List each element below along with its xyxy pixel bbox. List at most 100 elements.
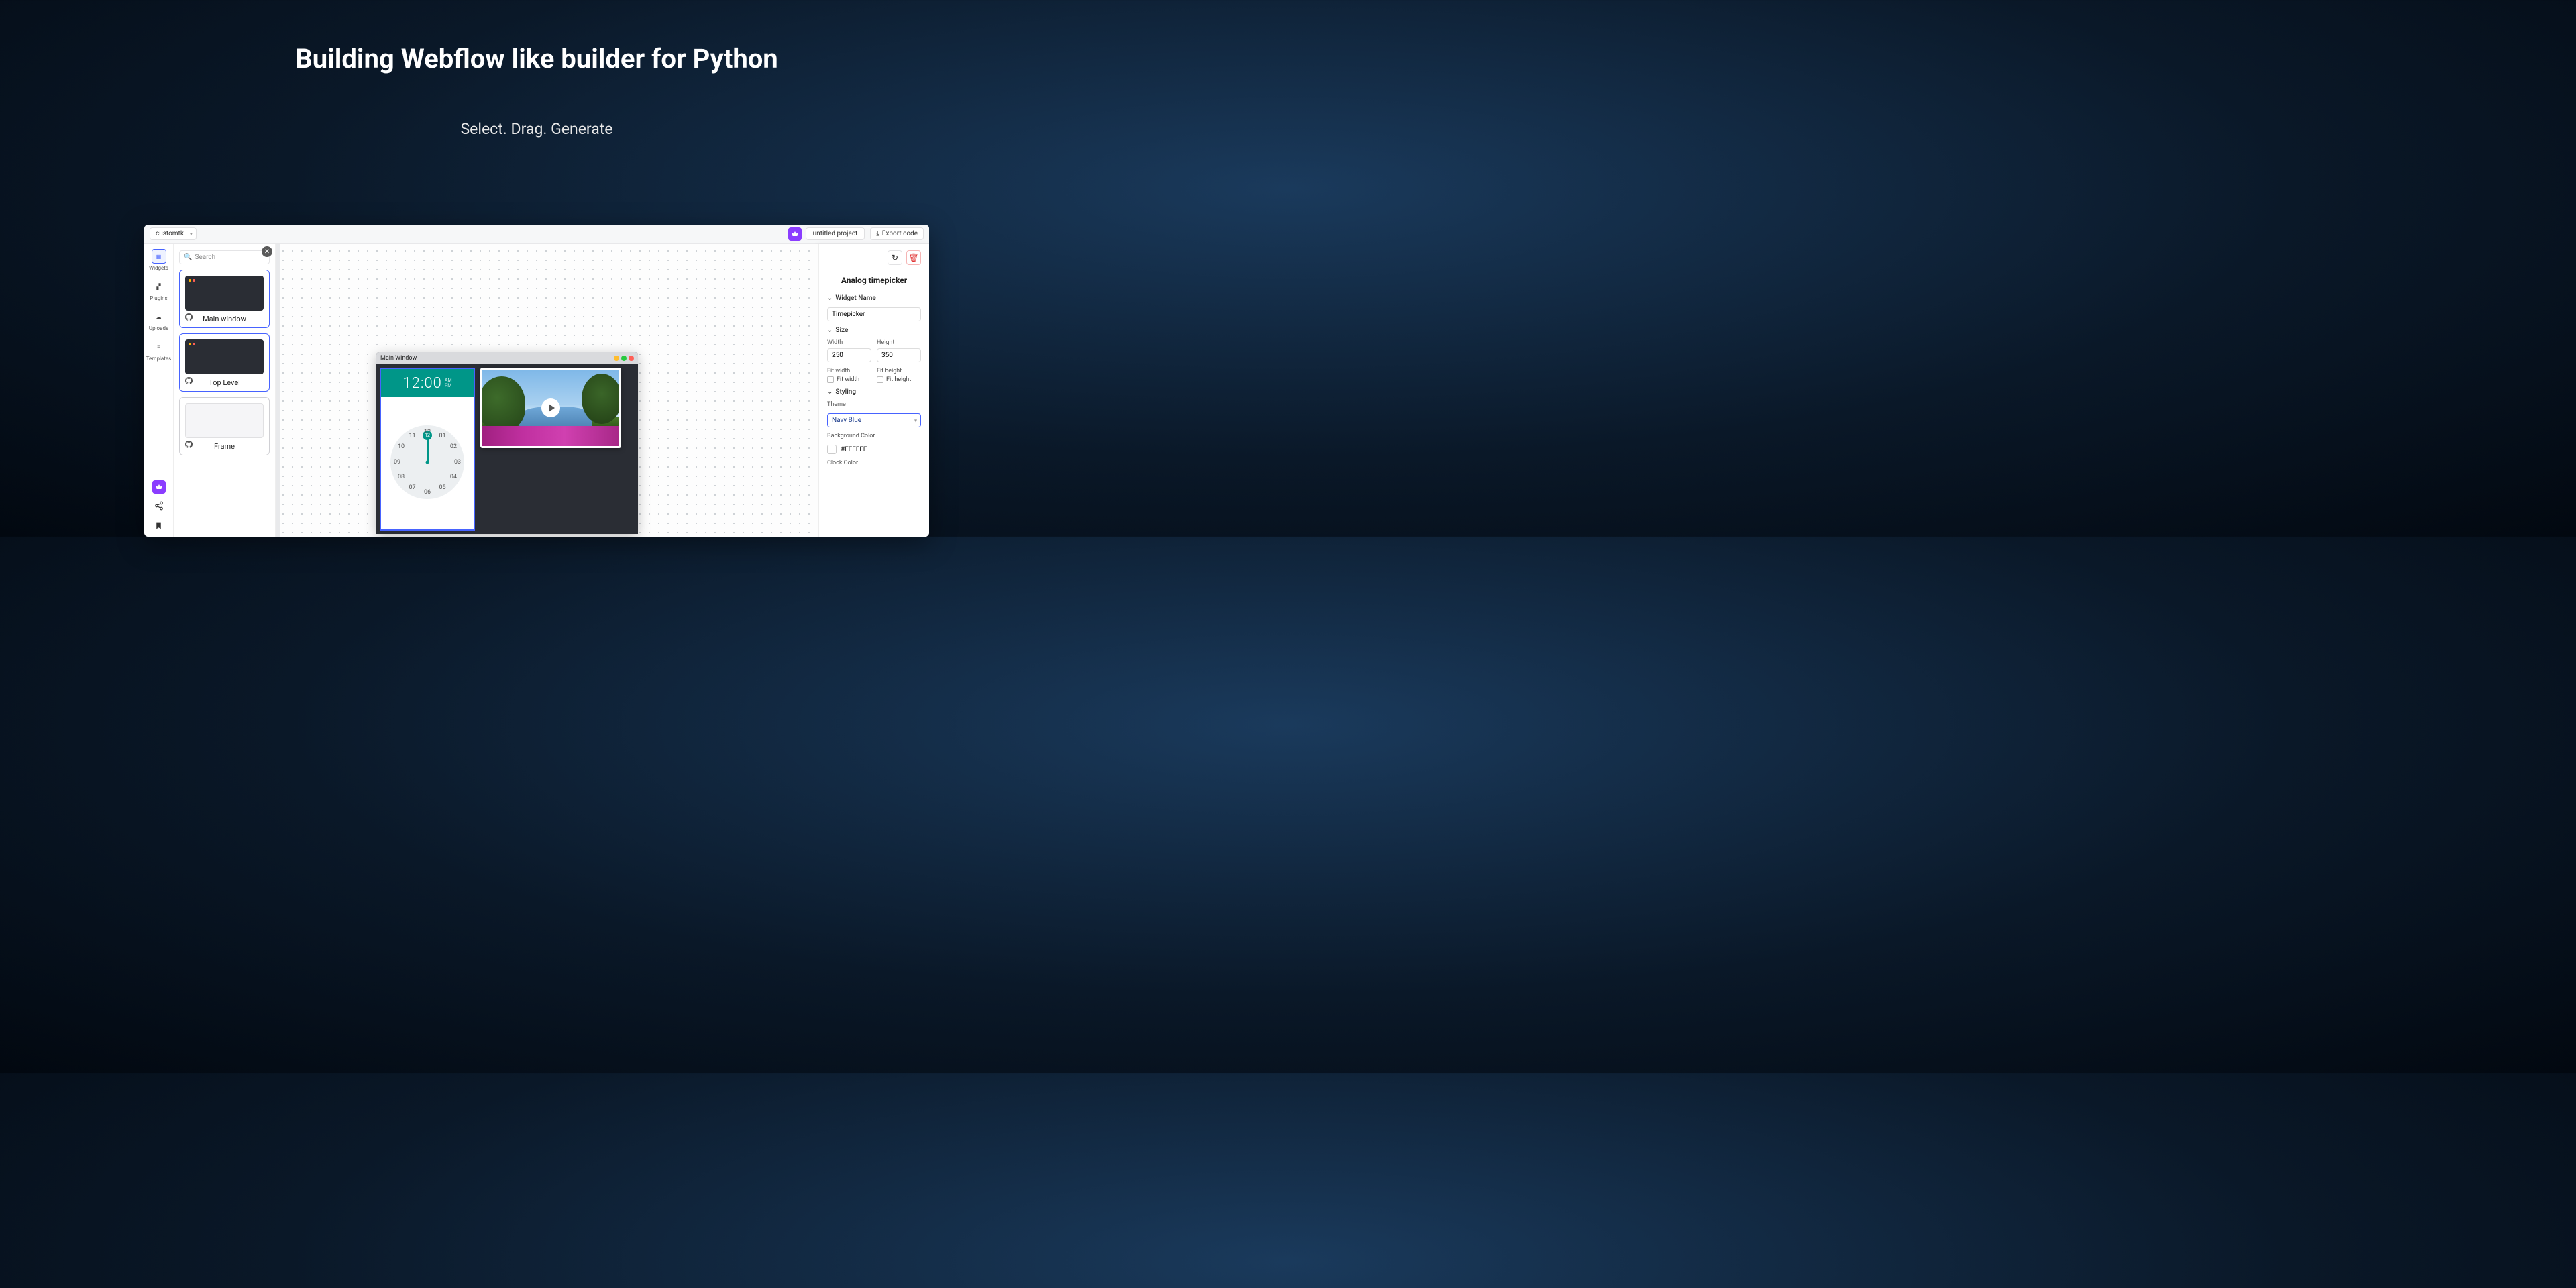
templates-icon: ≡ [152, 339, 166, 354]
window-titlebar[interactable]: Main Window [376, 352, 638, 364]
clock-hour[interactable]: 07 [409, 484, 415, 491]
redo-button[interactable]: ↻ [888, 250, 902, 265]
theme-label: Theme [827, 401, 921, 408]
search-placeholder: Search [195, 254, 215, 261]
video-widget[interactable] [480, 368, 621, 448]
widget-label: Frame [214, 442, 235, 451]
clock-center-icon [426, 460, 429, 464]
crown-badge-icon[interactable] [788, 227, 802, 241]
top-bar: customtk ▾ untitled project ⤓ Export cod… [144, 225, 929, 244]
theme-select[interactable]: Navy Blue ▾ [827, 413, 921, 427]
window-title: Main Window [380, 355, 417, 362]
clock-hour[interactable]: 04 [450, 474, 457, 480]
chevron-down-icon: ⌄ [827, 294, 833, 302]
canvas[interactable]: Main Window 12:00 AM PM [276, 244, 818, 537]
section-label: Styling [835, 388, 856, 396]
width-label: Width [827, 339, 871, 346]
widget-thumb [185, 403, 264, 438]
widgets-panel: ✕ 🔍 Search Main window Top Level [174, 244, 276, 537]
widget-name-input[interactable] [827, 307, 921, 321]
export-label: Export code [882, 230, 918, 237]
close-icon[interactable]: ✕ [262, 246, 272, 257]
github-icon[interactable] [185, 311, 193, 323]
rail-label: Templates [146, 356, 171, 362]
project-name[interactable]: untitled project [806, 227, 865, 240]
bg-color-label: Background Color [827, 433, 921, 439]
widget-label: Main window [203, 315, 246, 323]
fit-width-checkbox[interactable]: Fit width [827, 376, 871, 383]
clock-face[interactable]: 12 120102030405060708091011 [390, 425, 464, 499]
left-rail: ▦ Widgets ▞ Plugins ☁ Uploads ≡ Template… [144, 244, 174, 537]
properties-panel: ↻ 🗑 Analog timepicker ⌄ Widget Name ⌄ Si… [818, 244, 929, 537]
clock-hour[interactable]: 01 [439, 433, 445, 439]
timepicker-pm[interactable]: PM [445, 383, 452, 388]
widget-thumb [185, 276, 264, 311]
rail-templates[interactable]: ≡ Templates [147, 339, 171, 362]
builder-app: customtk ▾ untitled project ⤓ Export cod… [144, 225, 929, 537]
clock-hour[interactable]: 05 [439, 484, 445, 491]
widget-card-main-window[interactable]: Main window [179, 270, 270, 328]
checkbox-label: Fit height [886, 376, 911, 383]
chevron-down-icon: ⌄ [827, 327, 833, 334]
crown-badge-icon[interactable] [152, 480, 166, 494]
color-swatch[interactable] [827, 445, 837, 454]
search-icon: 🔍 [184, 254, 192, 261]
chevron-down-icon: ⌄ [827, 388, 833, 396]
canvas-window[interactable]: Main Window 12:00 AM PM [376, 352, 638, 534]
widget-thumb [185, 339, 264, 374]
clock-hour[interactable]: 08 [398, 474, 405, 480]
search-input[interactable]: 🔍 Search [179, 250, 270, 264]
rail-plugins[interactable]: ▞ Plugins [147, 279, 171, 301]
framework-value: customtk [156, 230, 184, 237]
delete-button[interactable]: 🗑 [906, 250, 921, 265]
clock-hour[interactable]: 11 [409, 433, 415, 439]
hero-subtitle: Select. Drag. Generate [0, 74, 1073, 138]
widget-card-top-level[interactable]: Top Level [179, 333, 270, 392]
clock-hour[interactable]: 06 [424, 489, 431, 496]
rail-uploads[interactable]: ☁ Uploads [147, 309, 171, 331]
timepicker-header: 12:00 AM PM [381, 369, 474, 397]
clock-color-label: Clock Color [827, 460, 921, 466]
clock-hour[interactable]: 09 [394, 459, 400, 466]
height-input[interactable] [877, 348, 921, 362]
bg-color-value: #FFFFFF [841, 446, 867, 453]
framework-select[interactable]: customtk ▾ [150, 227, 197, 240]
section-widget-name[interactable]: ⌄ Widget Name [827, 294, 921, 302]
github-icon[interactable] [185, 374, 193, 387]
clock-hour[interactable]: 02 [450, 443, 457, 450]
section-size[interactable]: ⌄ Size [827, 327, 921, 334]
checkbox-label: Fit width [837, 376, 859, 383]
theme-value: Navy Blue [832, 417, 861, 424]
hero-title: Building Webflow like builder for Python [0, 0, 1073, 74]
height-label: Height [877, 339, 921, 346]
video-thumb-tree [480, 376, 525, 430]
uploads-icon: ☁ [152, 309, 166, 324]
share-icon[interactable] [154, 500, 164, 513]
section-styling[interactable]: ⌄ Styling [827, 388, 921, 396]
props-title: Analog timepicker [827, 276, 921, 285]
clock-hour[interactable]: 12 [424, 429, 431, 435]
timepicker-widget[interactable]: 12:00 AM PM 12 1 [380, 368, 475, 531]
play-icon[interactable] [541, 398, 560, 417]
widgets-icon: ▦ [152, 249, 166, 264]
fit-width-label: Fit width [827, 368, 871, 374]
rail-widgets[interactable]: ▦ Widgets [147, 249, 171, 271]
trash-icon: 🗑 [908, 253, 918, 262]
clock-hour[interactable]: 03 [454, 459, 461, 466]
video-thumb-flowers [482, 426, 619, 446]
widget-card-frame[interactable]: Frame [179, 397, 270, 455]
width-input[interactable] [827, 348, 871, 362]
export-code-button[interactable]: ⤓ Export code [870, 227, 924, 240]
github-icon[interactable] [185, 438, 193, 451]
plugins-icon: ▞ [152, 279, 166, 294]
timepicker-am[interactable]: AM [445, 378, 452, 383]
video-thumb-tree [582, 374, 621, 424]
redo-icon: ↻ [892, 253, 898, 262]
bookmark-icon[interactable] [154, 520, 163, 533]
chevron-down-icon: ▾ [190, 231, 193, 237]
clock-hour[interactable]: 10 [398, 443, 405, 450]
traffic-light-yellow-icon [614, 356, 619, 361]
rail-label: Widgets [149, 265, 168, 271]
widget-label: Top Level [209, 378, 240, 387]
fit-height-checkbox[interactable]: Fit height [877, 376, 921, 383]
